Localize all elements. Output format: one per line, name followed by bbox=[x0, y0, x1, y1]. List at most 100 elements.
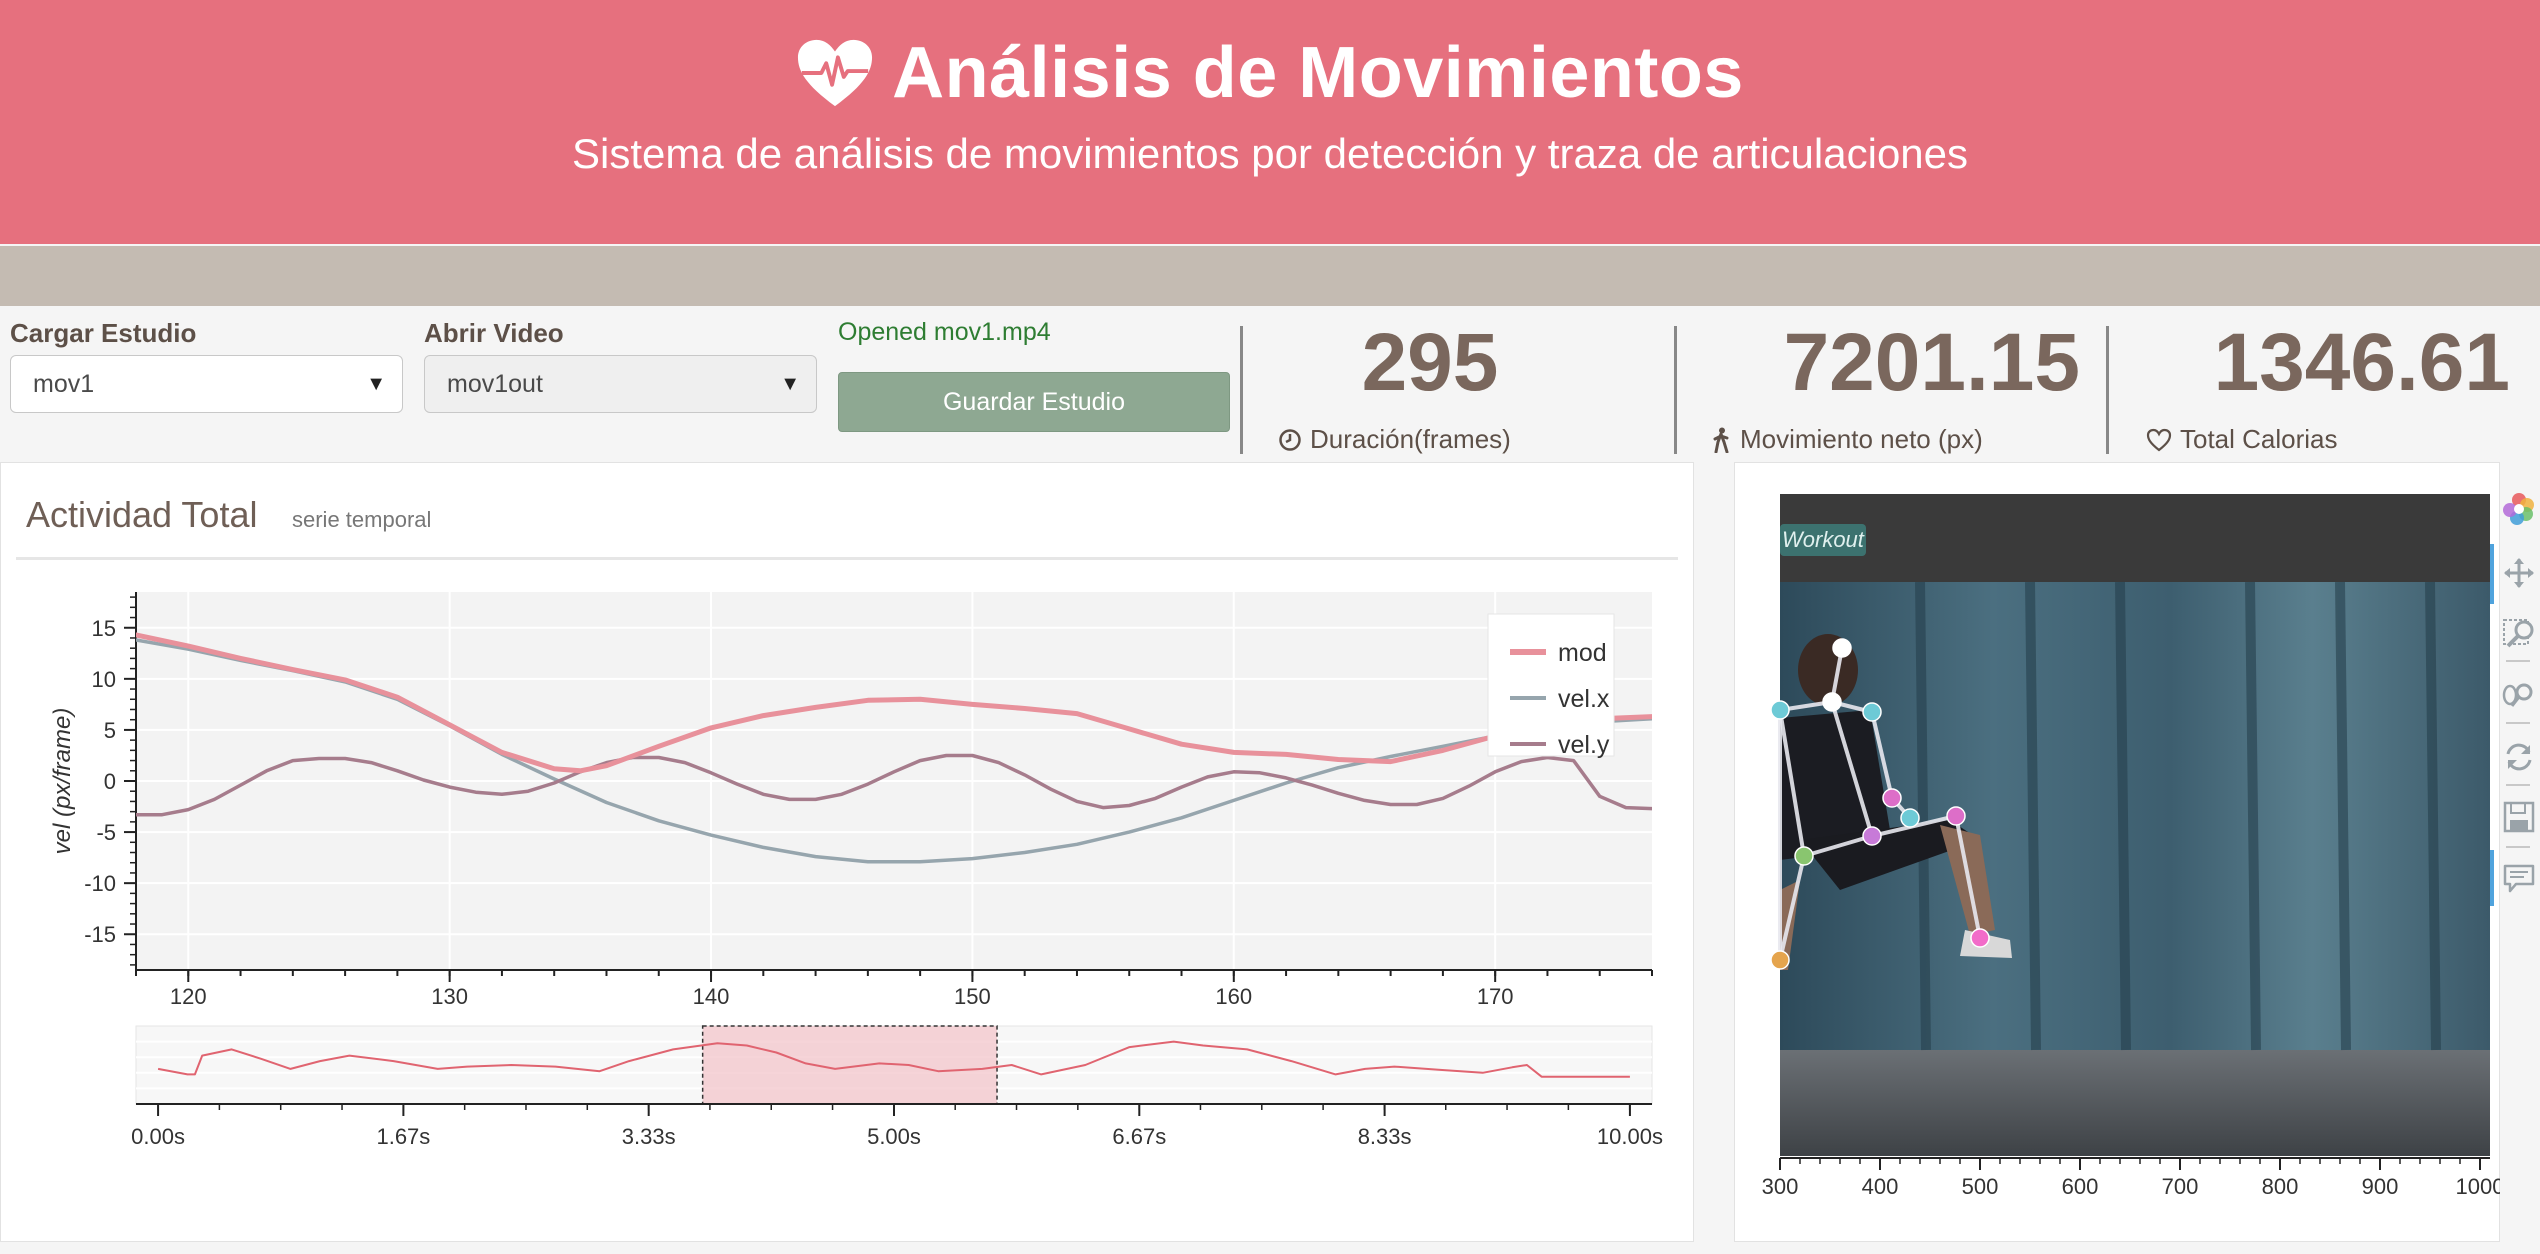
y-tick-label: 5 bbox=[104, 718, 116, 743]
ceiling-band bbox=[1780, 494, 2490, 582]
chevron-down-icon: ▼ bbox=[366, 373, 386, 395]
y-tick-label: -5 bbox=[96, 820, 116, 845]
net-movement-label: Movimiento neto (px) bbox=[1740, 424, 1983, 454]
net-movement-stat-label: Movimiento neto (px) bbox=[1712, 424, 1983, 455]
clock-icon bbox=[1279, 428, 1301, 451]
load-study-label: Cargar Estudio bbox=[10, 318, 197, 348]
app-header: Análisis de Movimientos Sistema de análi… bbox=[0, 0, 2540, 244]
save-study-button[interactable]: Guardar Estudio bbox=[838, 372, 1230, 432]
wall-panel-seam bbox=[2335, 581, 2351, 1051]
open-video-select[interactable]: mov1out ▼ bbox=[424, 355, 817, 413]
chevron-down-icon: ▼ bbox=[780, 373, 800, 395]
duration-value: 295 bbox=[1361, 317, 1499, 408]
x-tick-label: 130 bbox=[431, 984, 468, 1009]
video-frame-plot[interactable]: Workout 300 400 500 600 700 800 900 1000 bbox=[1760, 490, 2500, 1230]
range-tick-label: 10.00s bbox=[1597, 1124, 1663, 1149]
y-tick-label: 0 bbox=[104, 769, 116, 794]
floor-band bbox=[1780, 1050, 2490, 1156]
legend-label-vel.x: vel.x bbox=[1558, 685, 1610, 713]
open-video-label: Abrir Video bbox=[424, 318, 564, 348]
wall-panel-seam bbox=[1915, 581, 1931, 1051]
wheel-zoom-icon[interactable] bbox=[2502, 678, 2536, 712]
legend-label-mod: mod bbox=[1558, 639, 1607, 667]
video-tick-label: 500 bbox=[1962, 1174, 1999, 1199]
toolbar-divider bbox=[2506, 846, 2530, 848]
divider bbox=[2106, 326, 2109, 454]
toolbar-divider bbox=[2506, 722, 2530, 724]
header-band bbox=[0, 246, 2540, 306]
range-selector-chart[interactable]: 0.00s 1.67s 3.33s 5.00s 6.67s 8.33s 10.00s bbox=[0, 1010, 1694, 1200]
skeleton-joint bbox=[1832, 638, 1852, 658]
open-video-value: mov1out bbox=[447, 370, 543, 398]
activity-subtitle: serie temporal bbox=[292, 507, 432, 532]
net-movement-value: 7201.15 bbox=[1783, 317, 2080, 408]
video-tick-label: 900 bbox=[2362, 1174, 2399, 1199]
calories-label: Total Calorias bbox=[2180, 424, 2338, 454]
divider bbox=[1240, 326, 1243, 454]
y-axis-label: vel (px/frame) bbox=[49, 708, 76, 855]
skeleton-joint bbox=[1900, 808, 1920, 828]
duration-stat-label: Duración(frames) bbox=[1278, 424, 1511, 455]
range-tick-label: 3.33s bbox=[622, 1124, 676, 1149]
video-tick-label: 700 bbox=[2162, 1174, 2199, 1199]
panel-divider bbox=[16, 557, 1678, 560]
skeleton-joint bbox=[1770, 950, 1790, 970]
velocity-chart[interactable]: 120 130 140 150 160 170 15 10 5 0 -5 -10 -15 vel (px/… bbox=[0, 570, 1694, 1020]
toolbar-divider bbox=[2506, 784, 2530, 786]
range-selection-box bbox=[701, 1025, 998, 1105]
box-zoom-icon[interactable] bbox=[2502, 616, 2536, 650]
toolbar-divider bbox=[2506, 660, 2530, 662]
skeleton-joint bbox=[1862, 702, 1882, 722]
hover-tool-icon[interactable] bbox=[2502, 862, 2536, 896]
load-study-value: mov1 bbox=[33, 370, 95, 398]
activity-title: Actividad Total bbox=[26, 494, 258, 535]
page-title: Análisis de Movimientos bbox=[892, 33, 1744, 113]
heart-icon bbox=[2146, 428, 2172, 451]
title-row: Análisis de Movimientos bbox=[0, 28, 2540, 118]
duration-label: Duración(frames) bbox=[1310, 424, 1511, 454]
skeleton-joint bbox=[1770, 700, 1790, 720]
x-tick-label: 120 bbox=[170, 984, 207, 1009]
video-tick-label: 600 bbox=[2062, 1174, 2099, 1199]
video-tick-label: 400 bbox=[1862, 1174, 1899, 1199]
reset-icon[interactable] bbox=[2502, 740, 2536, 774]
pan-tool-icon[interactable] bbox=[2502, 556, 2536, 590]
y-tick-label: -10 bbox=[84, 871, 116, 896]
range-tick-label: 1.67s bbox=[376, 1124, 430, 1149]
video-tick-label: 800 bbox=[2262, 1174, 2299, 1199]
active-tool-indicator bbox=[2490, 850, 2494, 906]
status-message: Opened mov1.mp4 bbox=[838, 318, 1051, 346]
calories-stat-label: Total Calorias bbox=[2146, 424, 2338, 455]
skeleton-joint bbox=[1882, 788, 1902, 808]
x-tick-label: 170 bbox=[1477, 984, 1514, 1009]
load-study-select[interactable]: mov1 ▼ bbox=[10, 355, 403, 413]
skeleton-joint bbox=[1970, 928, 1990, 948]
skeleton-joint bbox=[1794, 846, 1814, 866]
range-tick-label: 6.67s bbox=[1112, 1124, 1166, 1149]
wall-panel-seam bbox=[2425, 581, 2441, 1051]
x-tick-label: 140 bbox=[693, 984, 730, 1009]
save-icon[interactable] bbox=[2502, 800, 2536, 834]
wall-panel-seam bbox=[2115, 581, 2131, 1051]
wall-panel-seam bbox=[2245, 581, 2261, 1051]
x-tick-label: 150 bbox=[954, 984, 991, 1009]
bokeh-logo-icon bbox=[2503, 493, 2534, 525]
calories-value: 1346.61 bbox=[2213, 317, 2510, 408]
skeleton-joint bbox=[1862, 826, 1882, 846]
y-tick-label: 10 bbox=[92, 667, 116, 692]
page-subtitle: Sistema de análisis de movimientos por d… bbox=[571, 130, 1969, 177]
legend-label-vel.y: vel.y bbox=[1558, 731, 1610, 759]
range-tick-label: 0.00s bbox=[131, 1124, 185, 1149]
x-tick-label: 160 bbox=[1215, 984, 1252, 1009]
video-tick-label: 1000 bbox=[2456, 1174, 2500, 1199]
divider bbox=[1674, 326, 1677, 454]
wall-panel-seam bbox=[2025, 581, 2041, 1051]
workout-badge-text: Workout bbox=[1782, 527, 1865, 552]
walking-icon bbox=[1713, 427, 1729, 453]
active-tool-indicator bbox=[2490, 544, 2494, 604]
y-tick-label: 15 bbox=[92, 616, 116, 641]
range-tick-label: 5.00s bbox=[867, 1124, 921, 1149]
video-tick-label: 300 bbox=[1762, 1174, 1799, 1199]
skeleton-joint bbox=[1946, 806, 1966, 826]
heartbeat-icon bbox=[798, 39, 873, 107]
